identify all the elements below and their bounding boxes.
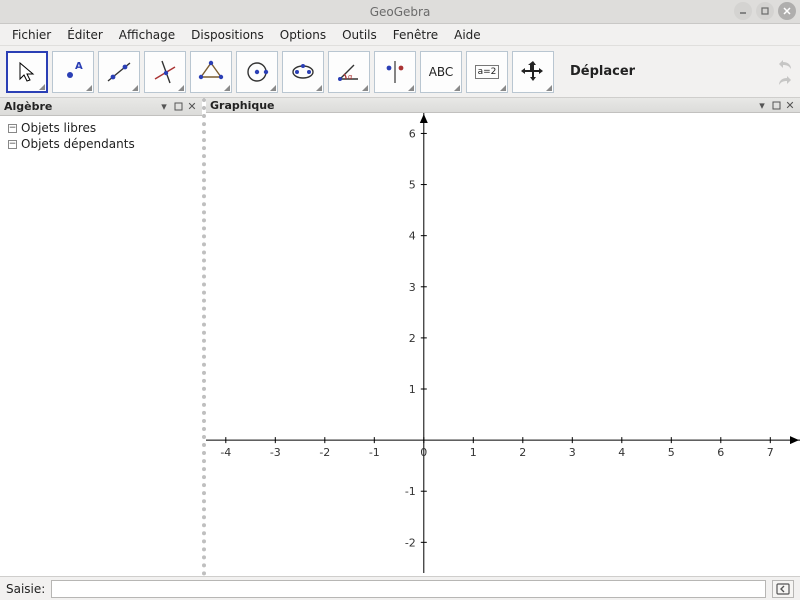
panel-menu-icon[interactable]: ▾ xyxy=(756,99,768,111)
tool-text[interactable]: ABC xyxy=(420,51,462,93)
svg-text:2: 2 xyxy=(409,332,416,345)
svg-text:A: A xyxy=(75,61,83,72)
redo-button[interactable] xyxy=(776,73,794,87)
undo-icon xyxy=(777,58,793,70)
window-controls xyxy=(734,2,796,20)
svg-text:1: 1 xyxy=(409,383,416,396)
line-icon xyxy=(104,57,134,87)
slider-icon: a=2 xyxy=(475,65,500,79)
input-bar-label: Saisie: xyxy=(6,582,45,596)
menu-outils[interactable]: Outils xyxy=(336,26,383,44)
window-maximize-button[interactable] xyxy=(756,2,774,20)
panel-undock-icon[interactable] xyxy=(172,101,184,113)
reflect-icon xyxy=(380,57,410,87)
tool-point[interactable]: A xyxy=(52,51,94,93)
cursor-icon xyxy=(15,60,39,84)
algebra-tree[interactable]: − Objets libres − Objets dépendants xyxy=(0,116,202,576)
text-icon: ABC xyxy=(429,65,454,79)
algebra-panel-header[interactable]: Algèbre ▾ ✕ xyxy=(0,98,202,116)
point-icon: A xyxy=(58,57,88,87)
svg-text:0: 0 xyxy=(420,446,427,459)
svg-text:4: 4 xyxy=(409,230,416,243)
graphics-canvas[interactable]: -4 -3 -2 -1 0 1 2 3 4 5 6 7 -2 -1 1 2 3 4 5 6 xyxy=(206,113,800,576)
conic-icon xyxy=(288,57,318,87)
tool-polygon[interactable] xyxy=(190,51,232,93)
tree-label: Objets libres xyxy=(21,121,96,135)
perpendicular-icon xyxy=(150,57,180,87)
angle-icon: α xyxy=(334,57,364,87)
workspace: Algèbre ▾ ✕ − Objets libres − Objets dép… xyxy=(0,98,800,576)
window-minimize-button[interactable] xyxy=(734,2,752,20)
svg-text:-2: -2 xyxy=(405,536,416,549)
tool-slider[interactable]: a=2 xyxy=(466,51,508,93)
redo-icon xyxy=(777,74,793,86)
tree-dependent-objects[interactable]: − Objets dépendants xyxy=(6,136,196,152)
expand-icon[interactable]: − xyxy=(8,140,17,149)
svg-text:-1: -1 xyxy=(405,485,416,498)
move-view-icon xyxy=(520,59,546,85)
input-bar: Saisie: xyxy=(0,576,800,600)
svg-text:α: α xyxy=(348,73,353,81)
tree-label: Objets dépendants xyxy=(21,137,135,151)
window-close-button[interactable] xyxy=(778,2,796,20)
window-titlebar: GeoGebra xyxy=(0,0,800,24)
input-help-button[interactable] xyxy=(772,580,794,598)
axes-svg: -4 -3 -2 -1 0 1 2 3 4 5 6 7 -2 -1 1 2 3 4 5 6 xyxy=(206,113,800,573)
tool-perpendicular[interactable] xyxy=(144,51,186,93)
graphics-panel-title: Graphique xyxy=(210,99,754,112)
svg-text:6: 6 xyxy=(409,127,416,140)
tool-circle[interactable] xyxy=(236,51,278,93)
menu-fenetre[interactable]: Fenêtre xyxy=(387,26,444,44)
panel-close-icon[interactable]: ✕ xyxy=(186,101,198,113)
input-help-icon xyxy=(776,583,790,595)
tool-reflect[interactable] xyxy=(374,51,416,93)
tool-move-view[interactable] xyxy=(512,51,554,93)
menu-options[interactable]: Options xyxy=(274,26,332,44)
menu-affichage[interactable]: Affichage xyxy=(113,26,181,44)
graphics-panel: Graphique ▾ ✕ -4 -3 -2 -1 0 1 2 3 4 5 6 7 -2 -1 1 2 3 4 5 6 xyxy=(206,98,800,576)
svg-text:1: 1 xyxy=(470,446,477,459)
tool-line[interactable] xyxy=(98,51,140,93)
tree-free-objects[interactable]: − Objets libres xyxy=(6,120,196,136)
polygon-icon xyxy=(196,57,226,87)
tool-label: Déplacer xyxy=(570,64,635,79)
window-title: GeoGebra xyxy=(370,5,431,19)
undo-button[interactable] xyxy=(776,57,794,71)
svg-text:5: 5 xyxy=(409,179,416,192)
algebra-panel: Algèbre ▾ ✕ − Objets libres − Objets dép… xyxy=(0,98,206,576)
toolbar: A α ABC a=2 Déplacer xyxy=(0,46,800,98)
svg-text:2: 2 xyxy=(519,446,526,459)
undo-redo-group xyxy=(776,57,794,87)
svg-text:3: 3 xyxy=(569,446,576,459)
panel-menu-icon[interactable]: ▾ xyxy=(158,101,170,113)
menu-fichier[interactable]: Fichier xyxy=(6,26,57,44)
menu-editer[interactable]: Éditer xyxy=(61,26,109,44)
circle-icon xyxy=(242,57,272,87)
svg-text:-1: -1 xyxy=(369,446,380,459)
tool-move[interactable] xyxy=(6,51,48,93)
svg-text:7: 7 xyxy=(767,446,774,459)
svg-text:-2: -2 xyxy=(319,446,330,459)
svg-text:-3: -3 xyxy=(270,446,281,459)
svg-text:4: 4 xyxy=(618,446,625,459)
menu-dispositions[interactable]: Dispositions xyxy=(185,26,270,44)
panel-close-icon[interactable]: ✕ xyxy=(784,99,796,111)
tool-angle[interactable]: α xyxy=(328,51,370,93)
svg-text:5: 5 xyxy=(668,446,675,459)
svg-text:-4: -4 xyxy=(220,446,231,459)
command-input[interactable] xyxy=(51,580,766,598)
svg-text:3: 3 xyxy=(409,281,416,294)
menubar: Fichier Éditer Affichage Dispositions Op… xyxy=(0,24,800,46)
expand-icon[interactable]: − xyxy=(8,124,17,133)
tool-conic[interactable] xyxy=(282,51,324,93)
algebra-panel-title: Algèbre xyxy=(4,100,156,113)
svg-text:6: 6 xyxy=(717,446,724,459)
graphics-panel-header[interactable]: Graphique ▾ ✕ xyxy=(206,98,800,113)
menu-aide[interactable]: Aide xyxy=(448,26,487,44)
panel-undock-icon[interactable] xyxy=(770,99,782,111)
